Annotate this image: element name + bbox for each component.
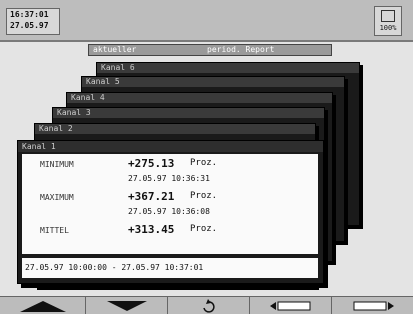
minimum-value: +275.13 — [128, 157, 175, 170]
report-header: aktueller period. Report — [88, 44, 332, 56]
status-bar: 16:37:01 27.05.97 100% — [0, 0, 413, 42]
minimum-label: MINIMUM — [40, 160, 74, 169]
channel-card-front[interactable]: Kanal 1 MINIMUM +275.13 Proz. 27.05.97 1… — [17, 140, 324, 284]
mittel-value: +313.45 — [128, 223, 175, 236]
minimum-timestamp: 27.05.97 10:36:31 — [128, 174, 210, 183]
date-text: 27.05.97 — [10, 21, 49, 30]
mittel-label: MITTEL — [40, 226, 69, 235]
channel-card-title: Kanal 6 — [97, 63, 359, 73]
softkey-page-right[interactable] — [332, 297, 413, 314]
softkey-page-left[interactable] — [250, 297, 332, 314]
statistics-panel: MINIMUM +275.13 Proz. 27.05.97 10:36:31 … — [22, 154, 318, 254]
channel-card-title: Kanal 5 — [82, 77, 344, 87]
softkey-undo[interactable] — [168, 297, 250, 314]
softkey-down[interactable] — [86, 297, 168, 314]
channel-card-title: Kanal 3 — [53, 108, 324, 118]
maximum-unit: Proz. — [190, 191, 218, 201]
mittel-unit: Proz. — [190, 224, 218, 234]
channel-card-title: Kanal 2 — [35, 124, 315, 134]
clock-display: 16:37:01 27.05.97 — [6, 8, 60, 35]
time-text: 16:37:01 — [10, 10, 49, 19]
softkey-bar — [0, 296, 413, 314]
memory-indicator: 100% — [374, 6, 402, 36]
page-left-icon — [269, 301, 310, 310]
up-arrow-icon — [19, 300, 66, 312]
channel-card-title: Kanal 1 — [18, 141, 323, 152]
undo-icon — [202, 298, 215, 313]
mode-label: aktueller — [93, 45, 137, 54]
maximum-timestamp: 27.05.97 10:36:08 — [128, 207, 210, 216]
memory-card-icon — [381, 10, 395, 22]
page-right-icon — [353, 301, 394, 310]
channel-card-title: Kanal 4 — [67, 93, 332, 103]
maximum-label: MAXIMUM — [40, 193, 74, 202]
minimum-unit: Proz. — [190, 158, 218, 168]
down-arrow-icon — [106, 300, 147, 311]
report-time-range: 27.05.97 10:00:00 - 27.05.97 10:37:01 — [22, 258, 318, 278]
memory-percent: 100% — [379, 24, 397, 32]
softkey-up[interactable] — [0, 297, 86, 314]
report-type-label: period. Report — [207, 45, 275, 54]
maximum-value: +367.21 — [128, 190, 175, 203]
